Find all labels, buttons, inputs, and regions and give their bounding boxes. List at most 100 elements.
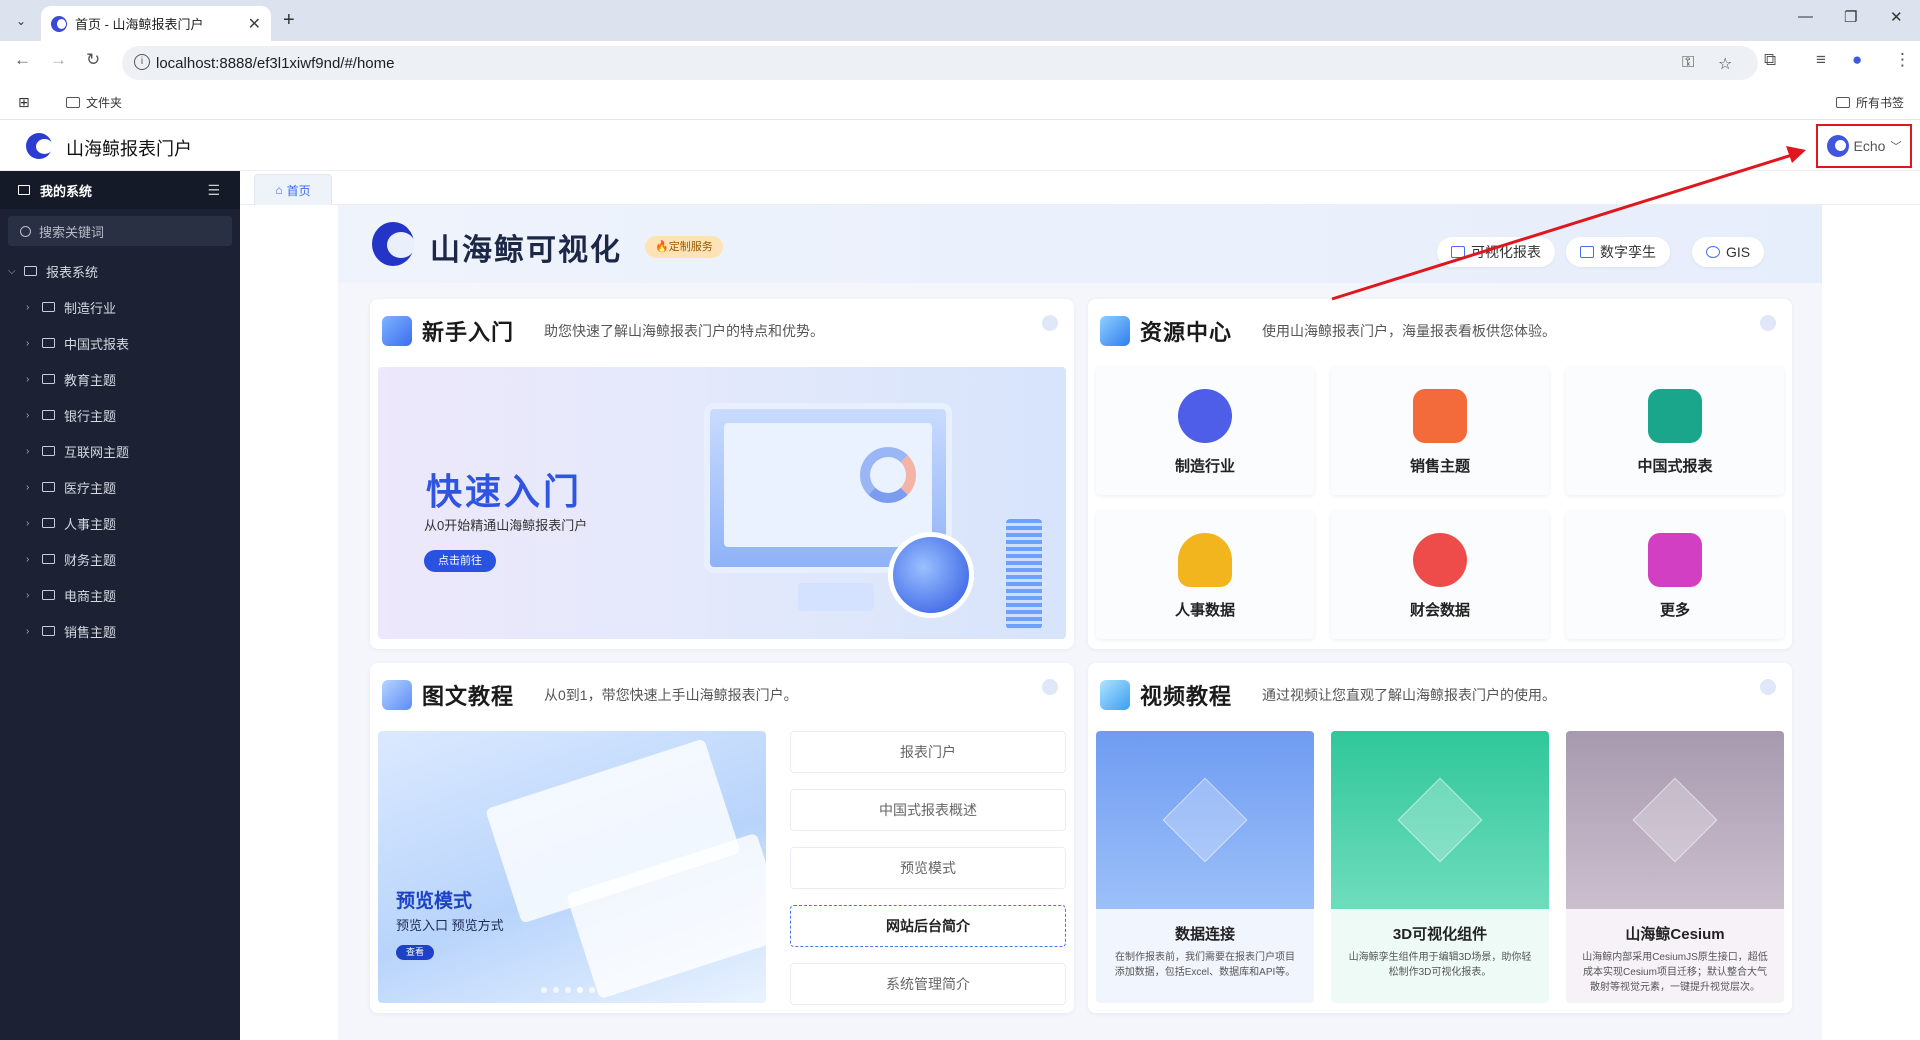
sidebar-search-input[interactable]: 搜索关键词 [8,216,232,246]
site-info-icon[interactable]: i [134,54,150,70]
sidebar-item[interactable]: › 制造行业 [0,289,240,325]
sidebar-item[interactable]: › 人事主题 [0,505,240,541]
tab-close-icon[interactable]: ✕ [248,14,261,34]
search-icon [20,225,31,237]
tutorial-link-active[interactable]: 网站后台简介 [790,905,1066,947]
resource-tile[interactable]: 中国式报表 [1566,367,1784,495]
resource-icon [1100,316,1130,346]
video-title: 3D可视化组件 [1392,926,1488,943]
resource-tile[interactable]: 销售主题 [1331,367,1549,495]
card-title: 新手入门 [422,320,515,345]
sidebar-header-label: 我的系统 [40,183,93,199]
sidebar-item[interactable]: › 互联网主题 [0,433,240,469]
user-avatar [1826,135,1849,157]
resource-tile[interactable]: 制造行业 [1096,367,1314,495]
all-bookmarks[interactable]: 所有书签 [1836,94,1904,111]
card-header: 图文教程 从0到1，带您快速上手山海鲸报表门户。 [382,679,798,711]
user-name: Echo [1853,138,1886,154]
sidebar-item[interactable]: › 财务主题 [0,541,240,577]
more-dot-icon[interactable] [1760,315,1776,331]
folder-icon [42,446,55,456]
main-area: 山海鲸可视化 🔥定制服务 可视化报表 数字孪生 GIS 新手入门 助您快速了解山… [240,205,1920,1040]
folder-icon [42,302,55,312]
resource-tile[interactable]: 财会数据 [1331,511,1549,639]
sidebar-item[interactable]: › 教育主题 [0,361,240,397]
forward-arrow-icon[interactable]: → [50,50,67,70]
card-subtitle: 助您快速了解山海鲸报表门户的特点和优势。 [544,323,825,339]
window-close-button[interactable]: ✕ [1890,8,1903,26]
browser-menu-icon[interactable]: ⋮ [1894,50,1911,70]
custom-service-badge[interactable]: 🔥定制服务 [645,236,723,258]
password-key-icon[interactable]: ⚿ [1682,54,1694,72]
video-item[interactable]: 3D可视化组件 山海鲸孪生组件用于编辑3D场景，助你轻松制作3D可视化报表。 [1331,731,1549,1003]
card-title: 资源中心 [1140,320,1233,345]
reload-icon[interactable]: ↻ [86,50,100,70]
sidebar-item[interactable]: › 银行主题 [0,397,240,433]
gis-button[interactable]: GIS [1692,237,1765,267]
minimize-button[interactable]: — [1798,8,1813,25]
more-dot-icon[interactable] [1760,679,1776,695]
view-button[interactable]: 查看 [396,945,435,960]
bookmark-star-icon[interactable]: ☆ [1718,54,1732,74]
sidebar-root-report-system[interactable]: ⌵ 报表系统 [0,253,240,289]
media-list-icon[interactable]: ≡ [1816,50,1826,70]
chevron-right-icon: › [26,409,30,421]
new-tab-button[interactable]: + [283,9,295,32]
profile-avatar-icon[interactable]: ● [1852,50,1862,70]
extensions-icon[interactable]: ⧉ [1764,50,1776,70]
all-bookmarks-label: 所有书签 [1856,96,1905,110]
tutorial-link[interactable]: 系统管理简介 [790,963,1066,1005]
more-dot-icon[interactable] [1042,679,1058,695]
back-arrow-icon[interactable]: ← [14,50,31,70]
user-menu[interactable]: Echo ﹀ [1816,124,1912,168]
chevron-right-icon: › [26,517,30,529]
more-dot-icon[interactable] [1042,315,1058,331]
tutorial-link[interactable]: 报表门户 [790,731,1066,773]
app-title: 山海鲸报表门户 [66,139,192,159]
sidebar-item[interactable]: › 电商主题 [0,577,240,613]
sidebar-item[interactable]: › 销售主题 [0,613,240,649]
quick-start-banner[interactable]: 快速入门 从0开始精通山海鲸报表门户 点击前往 [378,367,1066,639]
resource-tile[interactable]: 更多 [1566,511,1784,639]
video-desc: 山海鲸孪生组件用于编辑3D场景，助你轻松制作3D可视化报表。 [1348,952,1532,978]
folder-icon [42,626,55,636]
carousel-dots[interactable] [541,987,595,993]
video-title: 数据连接 [1174,926,1235,943]
sidebar-item-label: 教育主题 [64,372,117,388]
sidebar-item-label: 互联网主题 [64,444,130,460]
bookmark-folder[interactable]: 文件夹 [66,94,122,111]
tab-title: 首页 - 山海鲸报表门户 [75,17,204,32]
tutorial-link[interactable]: 预览模式 [790,847,1066,889]
chevron-right-icon: › [26,301,30,313]
video-item[interactable]: 山海鲸Cesium 山海鲸内部采用CesiumJS原生接口，超低成本实现Cesi… [1566,731,1784,1003]
collapse-menu-icon[interactable]: ☰ [207,182,220,199]
card-header: 资源中心 使用山海鲸报表门户，海量报表看板供您体验。 [1100,315,1556,347]
url-field[interactable]: i localhost:8888/ef3l1xiwf9nd/#/home ⚿ ☆ [122,46,1758,80]
folder-icon [42,338,55,348]
tutorial-link[interactable]: 中国式报表概述 [790,789,1066,831]
resource-tile[interactable]: 人事数据 [1096,511,1314,639]
url-text: localhost:8888/ef3l1xiwf9nd/#/home [156,54,395,72]
video-item[interactable]: 数据连接 在制作报表前，我们需要在报表门户项目添加数据，包括Excel、数据库和… [1096,731,1314,1003]
apps-grid-icon[interactable]: ⊞ [18,94,30,111]
card-header: 新手入门 助您快速了解山海鲸报表门户的特点和优势。 [382,315,824,347]
table-icon [1648,389,1702,443]
sidebar-item[interactable]: › 中国式报表 [0,325,240,361]
resource-tile-label: 销售主题 [1409,458,1470,475]
home-icon: ⌂ [275,183,283,197]
browser-tab-active[interactable]: 首页 - 山海鲸报表门户 ✕ [41,6,271,41]
carousel-title: 预览模式 [396,891,473,912]
sidebar-item[interactable]: › 医疗主题 [0,469,240,505]
chevron-right-icon: › [26,373,30,385]
resource-tile-label: 更多 [1659,602,1690,619]
chevron-right-icon: › [26,553,30,565]
visual-report-button[interactable]: 可视化报表 [1437,237,1555,267]
tutorial-carousel[interactable]: 预览模式 预览入口 预览方式 查看 [378,731,766,1003]
tab-search-button[interactable]: ⌄ [8,10,34,32]
tab-home[interactable]: ⌂ 首页 [254,174,332,205]
restore-button[interactable]: ❐ [1844,8,1857,26]
go-button[interactable]: 点击前往 [424,550,496,572]
digital-twin-button[interactable]: 数字孪生 [1566,237,1670,267]
folder-icon [42,518,55,528]
banner-subtitle: 从0开始精通山海鲸报表门户 [424,518,588,533]
